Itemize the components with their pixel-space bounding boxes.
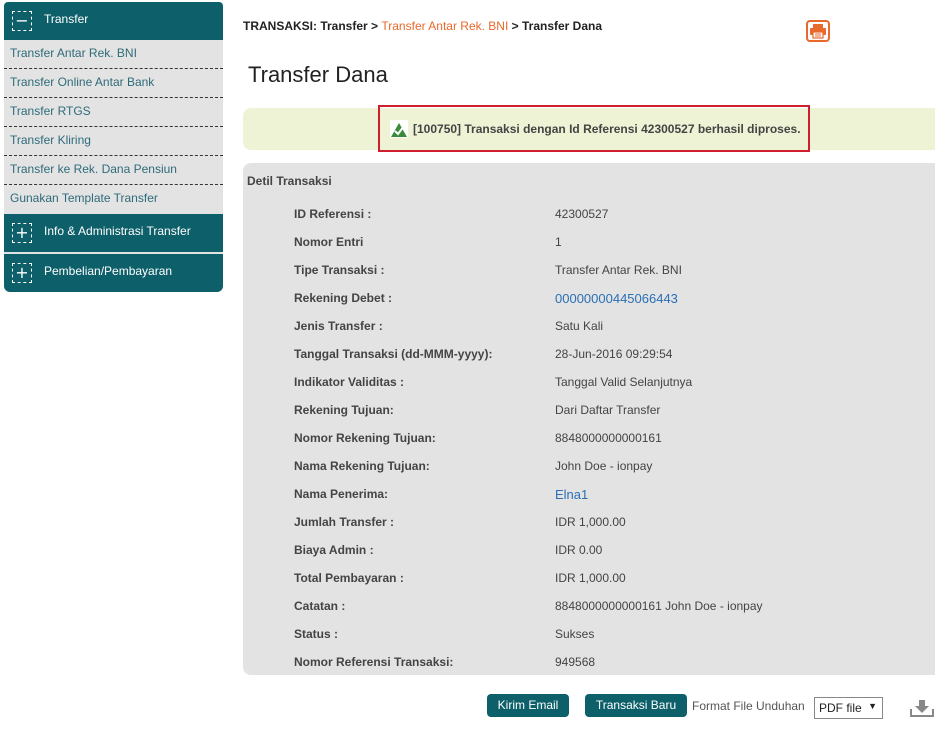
detail-value: 42300527 (555, 207, 609, 221)
detail-label: Tipe Transaksi : (294, 263, 385, 277)
detail-row: Nomor Rekening Tujuan: 8848000000000161 (0, 431, 935, 451)
detail-row: Tanggal Transaksi (dd-MMM-yyyy): 28-Jun-… (0, 347, 935, 367)
detail-row: Biaya Admin : IDR 0.00 (0, 543, 935, 563)
panel-title: Detil Transaksi (247, 174, 332, 188)
detail-row: Tipe Transaksi : Transfer Antar Rek. BNI (0, 263, 935, 283)
download-format-value: PDF file (819, 701, 862, 715)
breadcrumb-link-transfer-antar-rek-bni[interactable]: Transfer Antar Rek. BNI (381, 19, 508, 33)
detail-row: Jenis Transfer : Satu Kali (0, 319, 935, 339)
detail-value: Sukses (555, 627, 595, 641)
detail-label: Status : (294, 627, 339, 641)
sidebar-item-transfer-antar-rek-bni[interactable]: Transfer Antar Rek. BNI (4, 40, 223, 69)
detail-row: Rekening Debet : 00000000445066443 (0, 291, 935, 311)
detail-value: Transfer Antar Rek. BNI (555, 263, 682, 277)
detail-label: Nomor Referensi Transaksi: (294, 655, 454, 669)
detail-value: 8848000000000161 (555, 431, 662, 445)
print-button[interactable] (806, 20, 830, 42)
detail-row: Total Pembayaran : IDR 1,000.00 (0, 571, 935, 591)
detail-value: 949568 (555, 655, 596, 669)
detail-label: Catatan : (294, 599, 346, 613)
sidebar-item-transfer-dana-pensiun[interactable]: Transfer ke Rek. Dana Pensiun (4, 156, 223, 185)
detail-label: Jumlah Transfer : (294, 515, 395, 529)
detail-label: Rekening Debet : (294, 291, 393, 305)
breadcrumb-prefix: TRANSAKSI: Transfer > (243, 19, 382, 33)
sidebar-section-transfer[interactable]: − Transfer (4, 2, 223, 40)
detail-row: Nama Rekening Tujuan: John Doe - ionpay (0, 459, 935, 479)
detail-label: Rekening Tujuan: (294, 403, 394, 417)
detail-value: 8848000000000161 John Doe - ionpay (555, 599, 763, 613)
breadcrumb: TRANSAKSI: Transfer > Transfer Antar Rek… (243, 19, 602, 33)
detail-value: Tanggal Valid Selanjutnya (555, 375, 693, 389)
detail-row: Nama Penerima: Elna1 (0, 487, 935, 507)
detail-value: IDR 0.00 (555, 543, 603, 557)
detail-label: Nama Penerima: (294, 487, 389, 501)
detail-value: 1 (555, 235, 562, 249)
detail-row: Jumlah Transfer : IDR 1,000.00 (0, 515, 935, 535)
detail-row: Nomor Referensi Transaksi: 949568 (0, 655, 935, 675)
detail-label: Indikator Validitas : (294, 375, 405, 389)
download-format-label: Format File Unduhan (692, 699, 805, 713)
detail-label: Biaya Admin : (294, 543, 374, 557)
detail-label: Total Pembayaran : (294, 571, 404, 585)
detail-value: IDR 1,000.00 (555, 571, 626, 585)
detail-row: ID Referensi : 42300527 (0, 207, 935, 227)
recipient-name-link[interactable]: Elna1 (555, 487, 588, 502)
detail-value: Dari Daftar Transfer (555, 403, 661, 417)
detail-row: Indikator Validitas : Tanggal Valid Sela… (0, 375, 935, 395)
notice-message: [100750] Transaksi dengan Id Referensi 4… (413, 122, 801, 136)
collapse-icon[interactable]: − (12, 11, 32, 31)
detail-value: Satu Kali (555, 319, 604, 333)
sidebar-item-transfer-kliring[interactable]: Transfer Kliring (4, 127, 223, 156)
detail-value: 28-Jun-2016 09:29:54 (555, 347, 673, 361)
download-format-select[interactable]: PDF file ▼ (814, 697, 883, 719)
detail-row: Rekening Tujuan: Dari Daftar Transfer (0, 403, 935, 423)
send-email-button[interactable]: Kirim Email (487, 694, 569, 717)
sidebar-items: Transfer Antar Rek. BNI Transfer Online … (4, 40, 223, 214)
success-check-icon (390, 120, 408, 138)
detail-label: ID Referensi : (294, 207, 372, 221)
breadcrumb-current: > Transfer Dana (508, 19, 603, 33)
detail-value: IDR 1,000.00 (555, 515, 626, 529)
page-title: Transfer Dana (248, 62, 388, 87)
sidebar-section-label: Transfer (44, 12, 89, 26)
new-transaction-button[interactable]: Transaksi Baru (585, 694, 687, 717)
dropdown-arrow-icon: ▼ (868, 701, 877, 711)
detail-value: John Doe - ionpay (555, 459, 653, 473)
sidebar-item-transfer-online-antar-bank[interactable]: Transfer Online Antar Bank (4, 69, 223, 98)
detail-label: Nomor Entri (294, 235, 364, 249)
detail-label: Nama Rekening Tujuan: (294, 459, 430, 473)
debit-account-link[interactable]: 00000000445066443 (555, 291, 678, 306)
detail-row: Nomor Entri 1 (0, 235, 935, 255)
detail-label: Jenis Transfer : (294, 319, 383, 333)
sidebar-item-transfer-rtgs[interactable]: Transfer RTGS (4, 98, 223, 127)
detail-row: Status : Sukses (0, 627, 935, 647)
detail-row: Catatan : 8848000000000161 John Doe - io… (0, 599, 935, 619)
detail-label: Tanggal Transaksi (dd-MMM-yyyy): (294, 347, 493, 361)
printer-icon (810, 24, 826, 39)
download-icon[interactable] (909, 698, 935, 718)
detail-label: Nomor Rekening Tujuan: (294, 431, 436, 445)
